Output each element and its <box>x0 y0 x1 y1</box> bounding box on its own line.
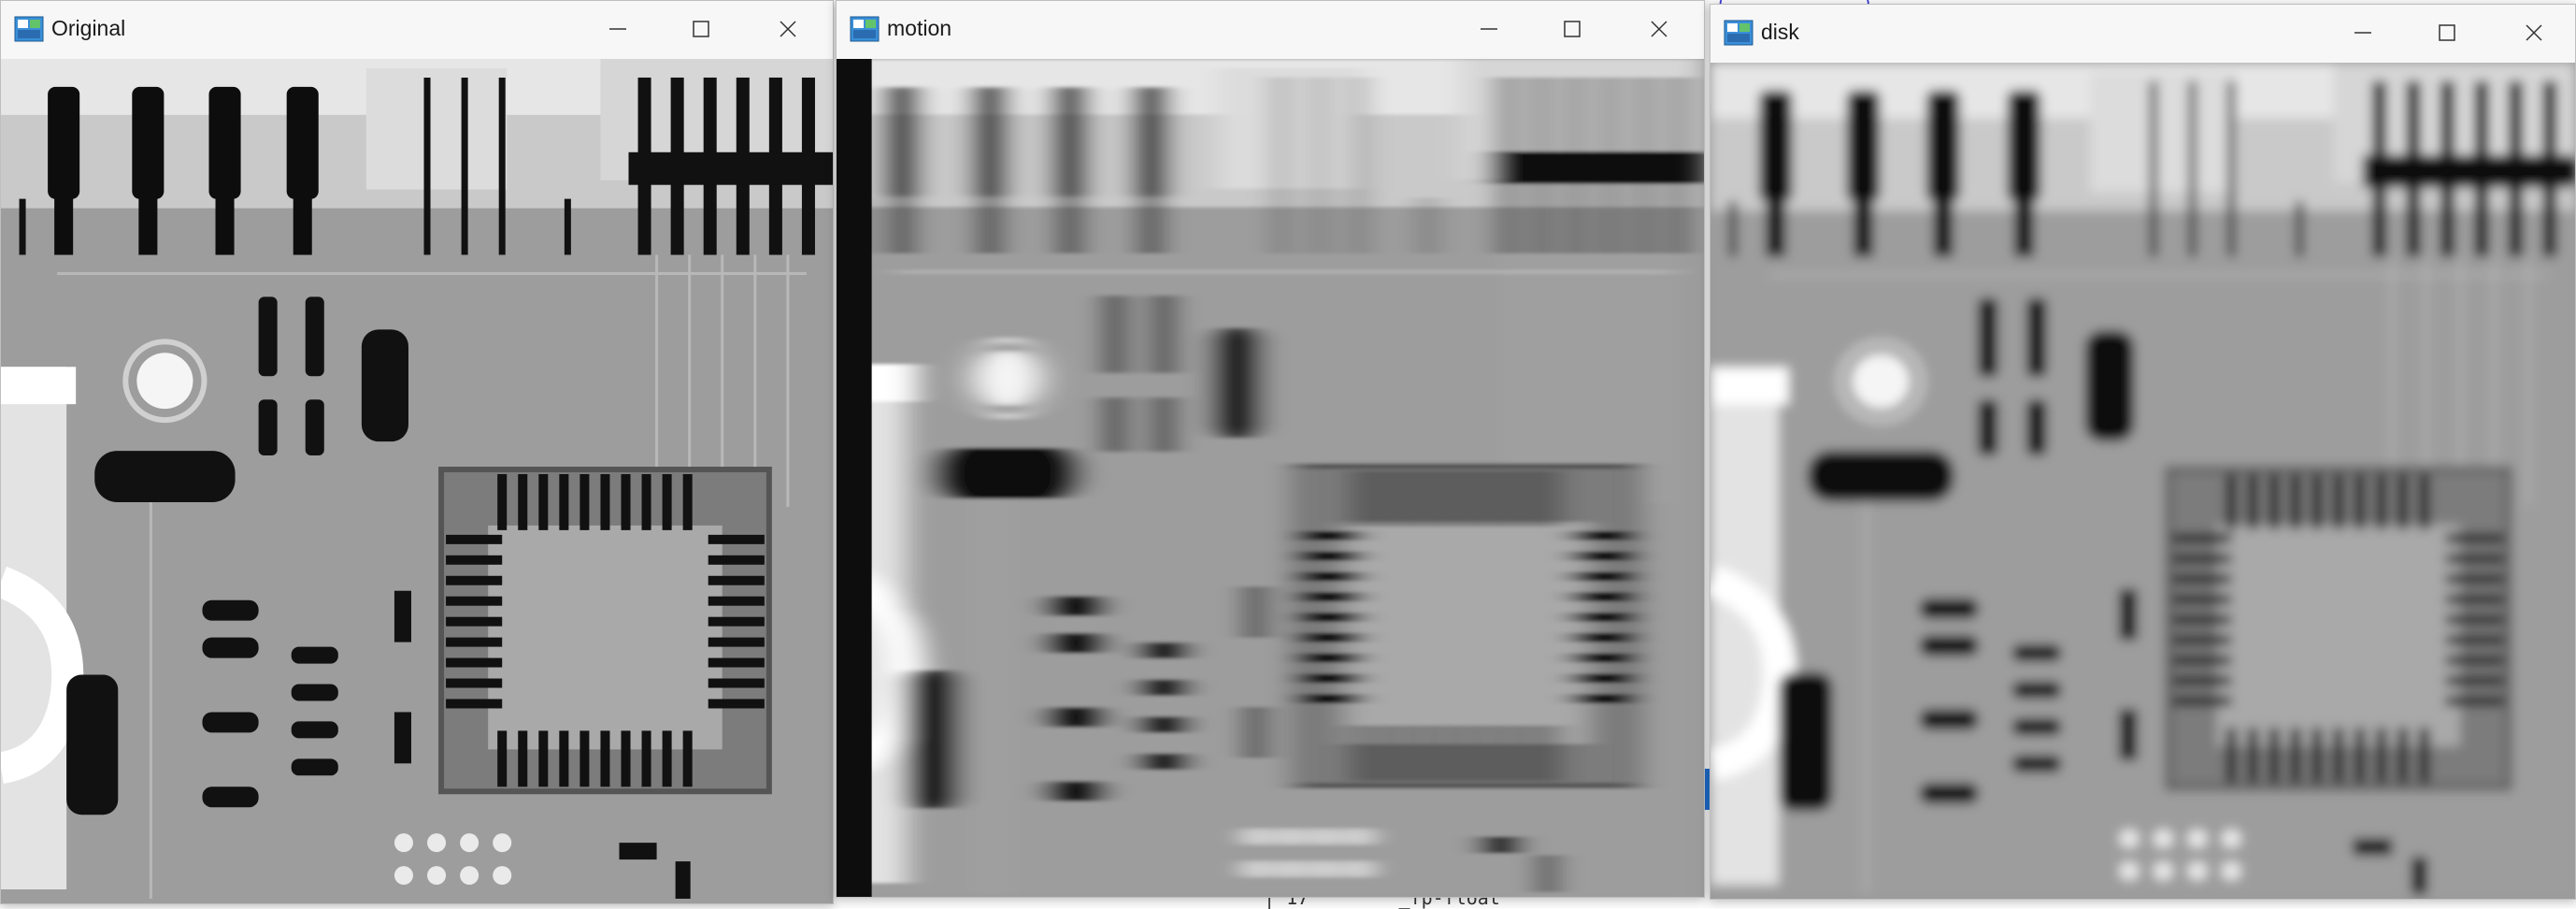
minimize-button[interactable] <box>590 10 646 48</box>
maximize-icon <box>693 21 709 37</box>
close-button[interactable] <box>2506 14 2562 51</box>
window-disk[interactable]: disk <box>1710 4 2576 900</box>
minimize-button[interactable] <box>1461 10 1517 48</box>
close-button[interactable] <box>760 10 816 48</box>
maximize-button[interactable] <box>1544 10 1600 48</box>
image-view-original[interactable] <box>1 59 833 903</box>
image-window-icon <box>1724 20 1753 46</box>
close-icon <box>1651 21 1667 37</box>
minimize-icon <box>2354 32 2371 34</box>
maximize-icon <box>1564 21 1581 37</box>
titlebar[interactable]: disk <box>1710 5 2575 63</box>
image-window-icon <box>850 16 880 42</box>
window-original[interactable]: Original <box>0 0 834 904</box>
minimize-icon <box>1481 28 1497 30</box>
maximize-icon <box>2439 24 2455 41</box>
minimize-button[interactable] <box>2335 14 2391 51</box>
minimize-icon <box>609 28 626 30</box>
close-button[interactable] <box>1631 10 1687 48</box>
maximize-button[interactable] <box>2419 14 2475 51</box>
titlebar[interactable]: Original <box>1 1 833 59</box>
image-window-icon <box>14 16 44 42</box>
window-title: disk <box>1761 20 1799 44</box>
window-motion[interactable]: motion <box>836 0 1705 898</box>
image-view-disk[interactable] <box>1710 63 2575 899</box>
close-icon <box>780 21 796 37</box>
image-view-motion[interactable] <box>837 59 1704 897</box>
titlebar[interactable]: motion <box>837 1 1704 59</box>
maximize-button[interactable] <box>673 10 729 48</box>
close-icon <box>2526 24 2542 41</box>
window-title: motion <box>887 16 952 40</box>
window-title: Original <box>51 16 126 40</box>
